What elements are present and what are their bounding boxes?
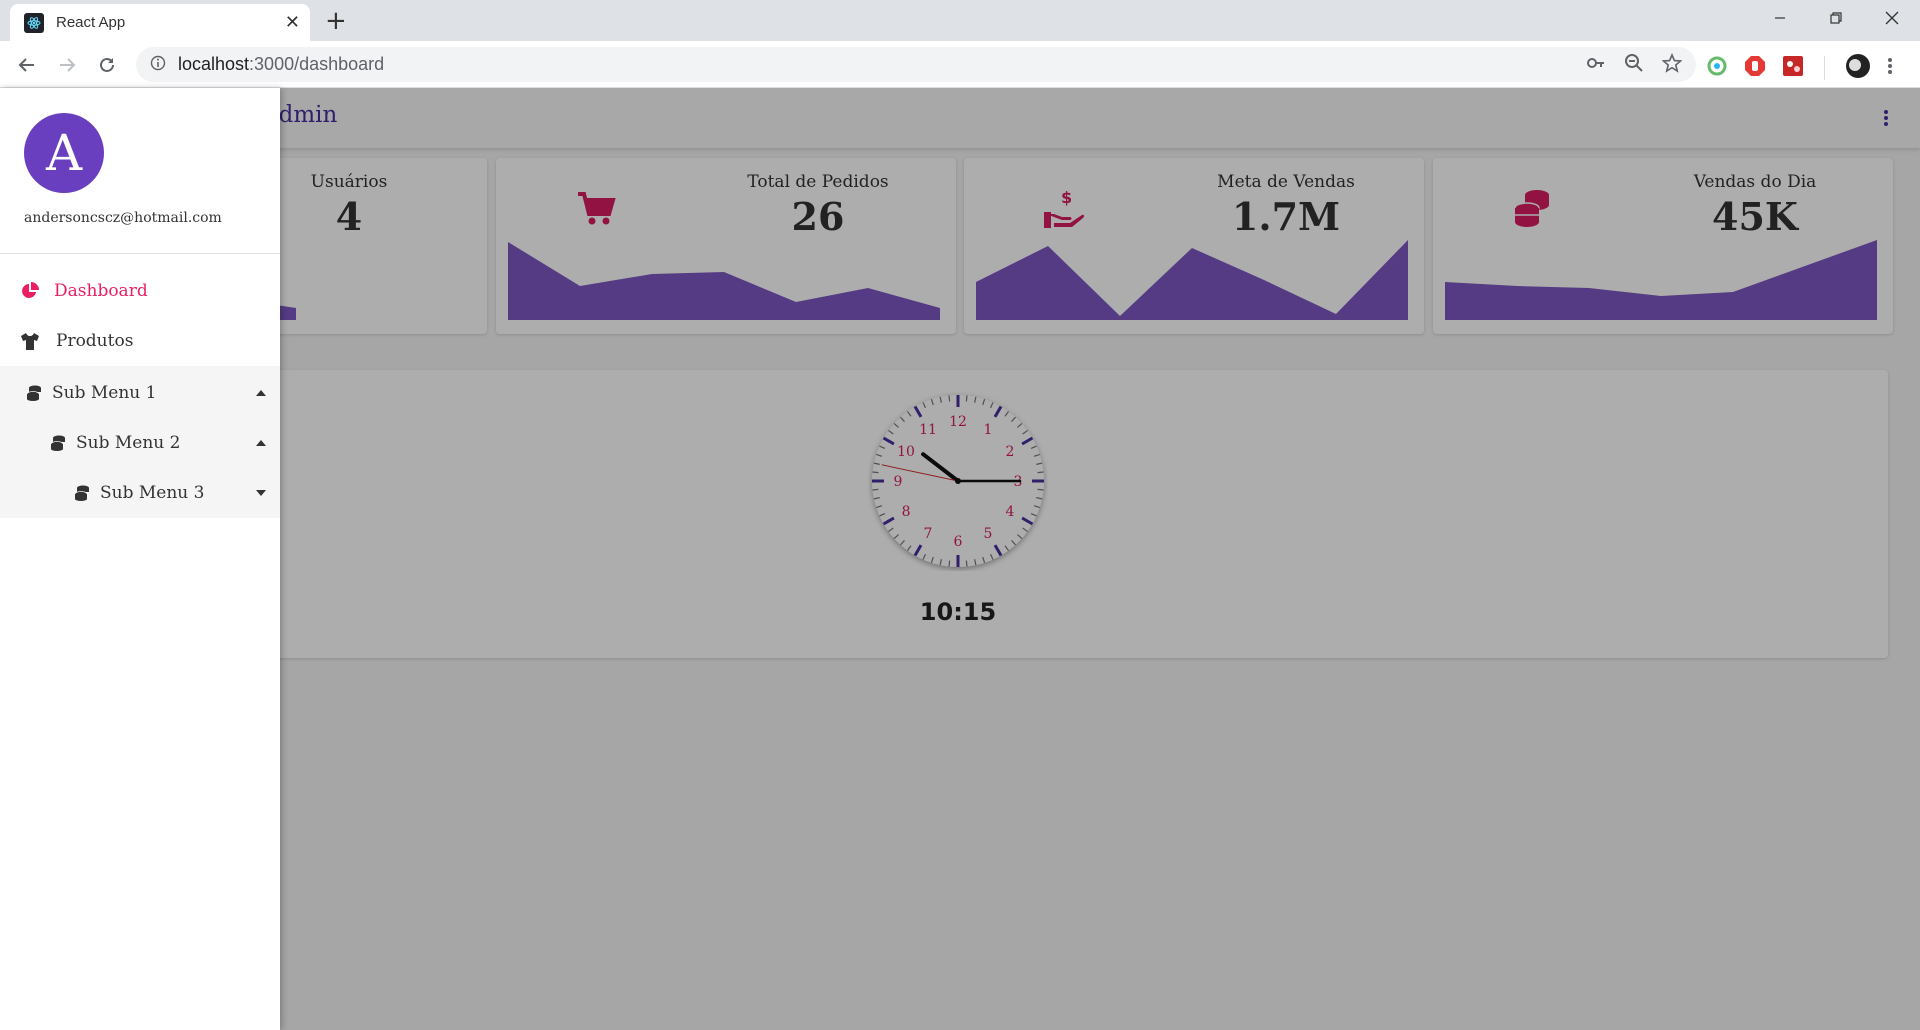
bookmark-star-icon[interactable]: [1661, 52, 1683, 77]
menu-item-produtos[interactable]: Produtos: [0, 316, 280, 366]
submenu-label: Sub Menu 2: [76, 433, 181, 453]
submenu-3[interactable]: Sub Menu 3: [0, 468, 280, 518]
caret-down-icon[interactable]: [256, 490, 266, 496]
reload-icon[interactable]: [94, 52, 120, 78]
database-icon: [24, 383, 44, 403]
browser-toolbar: localhost:3000/dashboard: [0, 41, 1920, 88]
info-icon[interactable]: [150, 55, 166, 75]
caret-up-icon[interactable]: [256, 390, 266, 396]
extension-icon[interactable]: [1706, 55, 1728, 81]
url-text: localhost:3000/dashboard: [178, 54, 385, 74]
menu-item-label: Dashboard: [54, 281, 148, 301]
toolbar-divider: [1824, 56, 1825, 80]
submenu-2[interactable]: Sub Menu 2: [0, 418, 280, 468]
submenu-1[interactable]: Sub Menu 1: [0, 368, 280, 418]
pie-chart-icon: [20, 281, 40, 301]
adblock-icon[interactable]: [1744, 55, 1766, 81]
forward-icon[interactable]: [54, 52, 80, 78]
browser-tabstrip: React App ✕ +: [0, 0, 1920, 41]
user-avatar[interactable]: A: [24, 113, 104, 193]
submenu-label: Sub Menu 3: [100, 483, 205, 503]
tab-title: React App: [56, 14, 126, 31]
react-icon: [24, 12, 44, 33]
chrome-menu-icon[interactable]: [1887, 56, 1893, 80]
caret-up-icon[interactable]: [256, 440, 266, 446]
user-email: andersoncscz@hotmail.com: [24, 210, 222, 226]
browser-tab[interactable]: React App ✕: [10, 4, 310, 41]
extension-red-icon[interactable]: [1782, 55, 1804, 81]
menu-item-dashboard[interactable]: Dashboard: [0, 266, 280, 316]
zoom-out-icon[interactable]: [1624, 53, 1644, 77]
restore-icon[interactable]: [1808, 0, 1864, 36]
key-icon[interactable]: [1586, 53, 1606, 77]
minimize-icon[interactable]: [1752, 0, 1808, 36]
tab-close-icon[interactable]: ✕: [285, 12, 300, 33]
database-icon: [72, 483, 92, 503]
close-window-icon[interactable]: [1864, 0, 1920, 36]
divider: [0, 253, 280, 254]
new-tab-button[interactable]: +: [325, 8, 347, 34]
submenu-label: Sub Menu 1: [52, 383, 157, 403]
window-controls: [1752, 0, 1920, 41]
menu-item-label: Produtos: [56, 331, 134, 351]
tshirt-icon: [20, 331, 40, 351]
profile-avatar[interactable]: [1845, 53, 1871, 83]
database-icon: [48, 433, 68, 453]
back-icon[interactable]: [14, 52, 40, 78]
address-bar[interactable]: localhost:3000/dashboard: [136, 47, 1696, 82]
drawer-backdrop[interactable]: [0, 88, 1920, 1030]
navigation-drawer: A andersoncscz@hotmail.com Dashboard Pro…: [0, 88, 280, 1030]
